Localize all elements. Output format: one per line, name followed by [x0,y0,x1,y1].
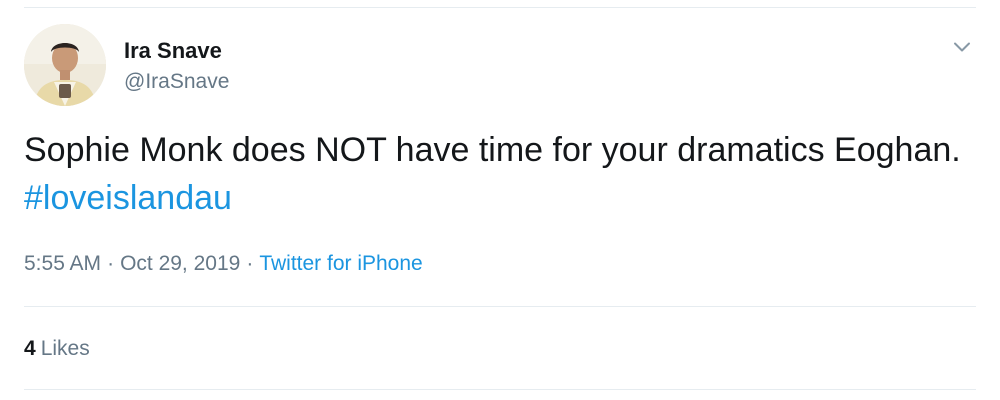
hashtag-link[interactable]: #loveislandau [24,179,232,217]
tweet-body: Sophie Monk does NOT have time for your … [24,131,961,169]
tweet-meta: 5:55 AM · Oct 29, 2019 · Twitter for iPhone [24,252,423,276]
likes-count: 4 [24,337,36,360]
meta-separator: · [107,252,115,275]
tweet-time[interactable]: 5:55 AM [24,252,101,275]
user-name[interactable]: Ira Snave [124,38,222,64]
tweet-text: Sophie Monk does NOT have time for your … [24,126,974,222]
tweet-date[interactable]: Oct 29, 2019 [120,252,240,275]
stats-divider-bottom [24,389,976,390]
tweet-source-link[interactable]: Twitter for iPhone [259,252,422,275]
likes-label: Likes [40,337,90,360]
stats-divider-top [24,306,976,307]
meta-separator: · [246,252,254,275]
user-handle[interactable]: @IraSnave [124,70,229,94]
user-avatar-icon [24,24,106,106]
avatar[interactable] [24,24,106,106]
chevron-down-icon[interactable] [950,35,974,59]
top-divider [24,7,976,8]
likes-stat[interactable]: 4 Likes [24,337,90,361]
